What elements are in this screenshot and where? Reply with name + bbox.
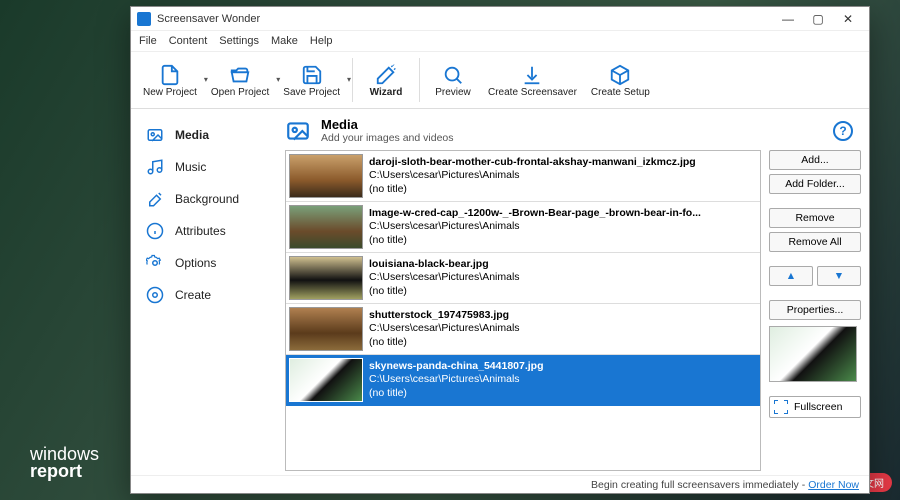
filename: louisiana-black-bear.jpg <box>369 258 520 271</box>
filename: daroji-sloth-bear-mother-cub-frontal-aks… <box>369 156 696 169</box>
fullscreen-icon <box>774 400 788 414</box>
wizard-button[interactable]: Wizard <box>359 61 413 100</box>
menu-help[interactable]: Help <box>310 35 333 47</box>
menu-content[interactable]: Content <box>169 35 208 47</box>
sidebar-item-label: Background <box>175 192 239 206</box>
fullscreen-button[interactable]: Fullscreen <box>769 396 861 418</box>
help-button[interactable]: ? <box>833 121 853 141</box>
file-icon <box>158 63 182 87</box>
list-item[interactable]: shutterstock_197475983.jpgC:\Users\cesar… <box>286 304 760 355</box>
add-folder-button[interactable]: Add Folder... <box>769 174 861 194</box>
statusbar: Begin creating full screensavers immedia… <box>131 475 869 493</box>
filename: shutterstock_197475983.jpg <box>369 309 520 322</box>
brush-icon <box>145 189 165 209</box>
filepath: C:\Users\cesar\Pictures\Animals <box>369 271 520 284</box>
app-icon <box>137 12 151 26</box>
sidebar-item-label: Music <box>175 160 206 174</box>
move-down-button[interactable]: ▼ <box>817 266 861 286</box>
dropdown-caret-icon[interactable]: ▾ <box>347 75 351 84</box>
gear-icon <box>145 253 165 273</box>
watermark: windows report <box>30 446 99 480</box>
remove-all-button[interactable]: Remove All <box>769 232 861 252</box>
filename: skynews-panda-china_5441807.jpg <box>369 360 544 373</box>
sidebar-item-create[interactable]: Create <box>131 279 281 311</box>
disc-icon <box>145 285 165 305</box>
properties-button[interactable]: Properties... <box>769 300 861 320</box>
list-item[interactable]: daroji-sloth-bear-mother-cub-frontal-aks… <box>286 151 760 202</box>
media-icon <box>285 118 311 144</box>
save-icon <box>300 63 324 87</box>
minimize-button[interactable]: — <box>773 8 803 30</box>
open-project-button[interactable]: Open Project ▾ <box>205 61 275 100</box>
close-button[interactable]: ✕ <box>833 8 863 30</box>
menu-settings[interactable]: Settings <box>219 35 259 47</box>
app-window: Screensaver Wonder — ▢ ✕ File Content Se… <box>130 6 870 494</box>
thumbnail <box>289 154 363 198</box>
maximize-button[interactable]: ▢ <box>803 8 833 30</box>
filetitle: (no title) <box>369 183 696 196</box>
sidebar-item-attributes[interactable]: Attributes <box>131 215 281 247</box>
sidebar-item-label: Attributes <box>175 224 226 238</box>
filename: Image-w-cred-cap_-1200w-_-Brown-Bear-pag… <box>369 207 701 220</box>
package-icon <box>608 63 632 87</box>
list-item[interactable]: skynews-panda-china_5441807.jpgC:\Users\… <box>286 355 760 406</box>
menubar: File Content Settings Make Help <box>131 31 869 51</box>
section-title: Media <box>321 117 454 132</box>
image-icon <box>145 125 165 145</box>
sidebar-item-media[interactable]: Media <box>131 119 281 151</box>
wizard-icon <box>374 63 398 87</box>
filetitle: (no title) <box>369 387 544 400</box>
action-panel: Add... Add Folder... Remove Remove All ▲… <box>769 150 861 471</box>
section-header: Media Add your images and videos ? <box>281 109 869 150</box>
filetitle: (no title) <box>369 336 520 349</box>
filepath: C:\Users\cesar\Pictures\Animals <box>369 373 544 386</box>
thumbnail <box>289 205 363 249</box>
sidebar-item-options[interactable]: Options <box>131 247 281 279</box>
media-list[interactable]: daroji-sloth-bear-mother-cub-frontal-aks… <box>285 150 761 471</box>
info-icon <box>145 221 165 241</box>
separator <box>352 58 353 102</box>
toolbar: New Project ▾ Open Project ▾ Save Projec… <box>131 51 869 109</box>
sidebar-item-label: Create <box>175 288 211 302</box>
new-project-button[interactable]: New Project ▾ <box>137 61 203 100</box>
filepath: C:\Users\cesar\Pictures\Animals <box>369 322 520 335</box>
create-screensaver-button[interactable]: Create Screensaver <box>482 61 583 100</box>
sidebar: Media Music Background Attributes Option… <box>131 109 281 475</box>
sidebar-item-label: Media <box>175 128 209 142</box>
filetitle: (no title) <box>369 285 520 298</box>
filepath: C:\Users\cesar\Pictures\Animals <box>369 220 701 233</box>
list-item[interactable]: Image-w-cred-cap_-1200w-_-Brown-Bear-pag… <box>286 202 760 253</box>
filepath: C:\Users\cesar\Pictures\Animals <box>369 169 696 182</box>
sidebar-item-music[interactable]: Music <box>131 151 281 183</box>
sidebar-item-background[interactable]: Background <box>131 183 281 215</box>
thumbnail <box>289 358 363 402</box>
download-icon <box>520 63 544 87</box>
remove-button[interactable]: Remove <box>769 208 861 228</box>
preview-button[interactable]: Preview <box>426 61 480 100</box>
thumbnail <box>289 307 363 351</box>
music-icon <box>145 157 165 177</box>
menu-make[interactable]: Make <box>271 35 298 47</box>
sidebar-item-label: Options <box>175 256 216 270</box>
save-project-button[interactable]: Save Project ▾ <box>277 61 346 100</box>
section-subtitle: Add your images and videos <box>321 132 454 144</box>
preview-thumbnail <box>769 326 857 382</box>
thumbnail <box>289 256 363 300</box>
order-now-link[interactable]: Order Now <box>808 479 859 491</box>
titlebar[interactable]: Screensaver Wonder — ▢ ✕ <box>131 7 869 31</box>
preview-icon <box>441 63 465 87</box>
list-item[interactable]: louisiana-black-bear.jpgC:\Users\cesar\P… <box>286 253 760 304</box>
add-button[interactable]: Add... <box>769 150 861 170</box>
folder-open-icon <box>228 63 252 87</box>
create-setup-button[interactable]: Create Setup <box>585 61 656 100</box>
filetitle: (no title) <box>369 234 701 247</box>
move-up-button[interactable]: ▲ <box>769 266 813 286</box>
window-title: Screensaver Wonder <box>157 13 773 25</box>
menu-file[interactable]: File <box>139 35 157 47</box>
separator <box>419 58 420 102</box>
